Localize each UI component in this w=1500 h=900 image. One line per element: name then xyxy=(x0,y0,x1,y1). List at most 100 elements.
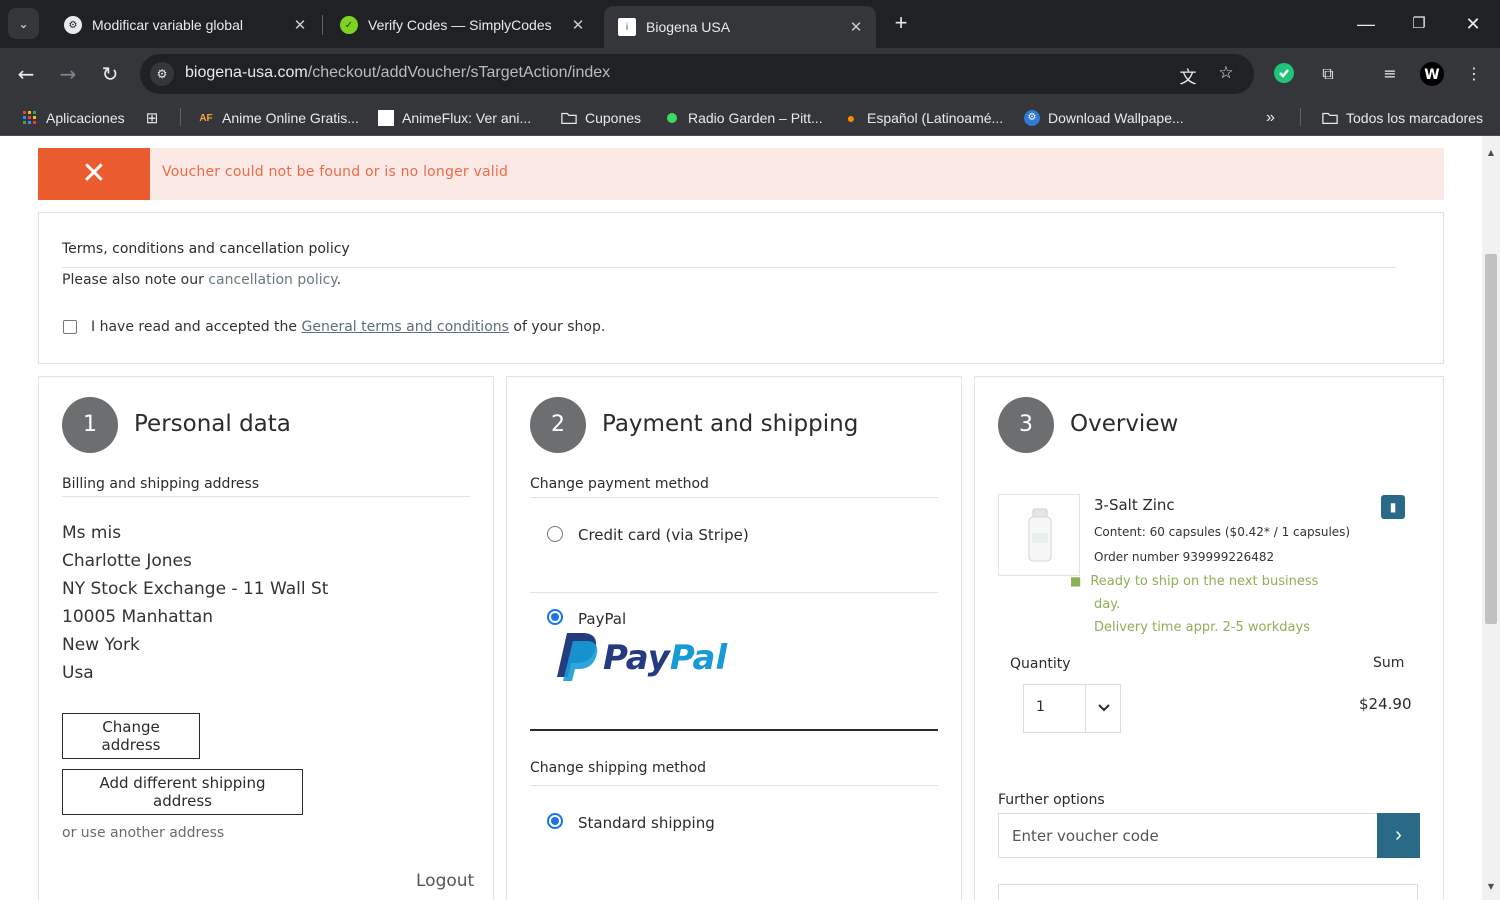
voucher-submit-button[interactable]: › xyxy=(1377,813,1420,858)
step-number: 2 xyxy=(530,397,586,453)
divider xyxy=(530,592,938,593)
delivery-time: Delivery time appr. 2-5 workdays xyxy=(1094,620,1310,635)
window-close-icon[interactable]: ✕ xyxy=(1453,10,1493,38)
error-alert: ✕ Voucher could not be found or is no lo… xyxy=(38,148,1444,200)
new-tab-button[interactable]: + xyxy=(888,10,914,38)
shipping-method-label[interactable]: Standard shipping xyxy=(578,814,715,832)
bookmark-download-wallpaper[interactable]: ⚙ Download Wallpape... xyxy=(1024,108,1184,128)
chevron-down-icon[interactable] xyxy=(1086,685,1121,732)
bookmark-label: Cupones xyxy=(585,110,642,126)
bookmark-label: AnimeFlux: Ver ani... xyxy=(402,110,532,126)
bookmark-radio-garden[interactable]: Radio Garden – Pitt... xyxy=(664,108,823,128)
green-dot-icon xyxy=(664,110,680,126)
add-shipping-address-button[interactable]: Add different shipping address xyxy=(62,769,303,815)
address-line: 10005 Manhattan xyxy=(62,607,214,627)
bookmark-label: Todos los marcadores xyxy=(1346,110,1483,126)
standard-shipping-radio[interactable] xyxy=(547,813,563,829)
extensions-puzzle-icon[interactable]: ⧉ xyxy=(1316,62,1340,86)
bookmark-separator xyxy=(180,108,181,126)
bookmark-animeflux[interactable]: AnimeFlux: Ver ani... xyxy=(378,108,531,128)
address-bar[interactable]: ⚙ biogena-usa.com/checkout/addVoucher/sT… xyxy=(140,54,1254,94)
media-control-icon[interactable]: ≡ xyxy=(1378,62,1402,86)
scrollbar-thumb[interactable] xyxy=(1485,254,1497,624)
extension-green-icon[interactable] xyxy=(1272,62,1296,86)
bookmark-anime-online[interactable]: AF Anime Online Gratis... xyxy=(198,108,359,128)
terms-panel: Terms, conditions and cancellation polic… xyxy=(38,212,1444,364)
address-line: Charlotte Jones xyxy=(62,551,192,571)
reload-icon[interactable]: ↻ xyxy=(96,60,124,88)
scroll-down-arrow-icon[interactable]: ▼ xyxy=(1486,882,1496,892)
translate-icon[interactable]: 文 xyxy=(1176,63,1200,88)
af-icon: AF xyxy=(199,112,213,124)
divider xyxy=(530,785,938,786)
note-suffix: . xyxy=(336,272,342,288)
tab-verify-codes[interactable]: ✓ Verify Codes — SimplyCodes ✕ xyxy=(326,8,598,42)
minimize-icon[interactable]: — xyxy=(1346,10,1386,38)
back-arrow-icon[interactable]: ← xyxy=(12,60,40,88)
trash-icon[interactable]: ▮ xyxy=(1381,495,1405,519)
section-heading: Change shipping method xyxy=(530,760,707,776)
accept-suffix: of your shop. xyxy=(508,319,606,335)
close-icon[interactable]: ✕ xyxy=(846,18,866,36)
tab-biogena[interactable]: ⅰ Biogena USA ✕ xyxy=(604,6,876,48)
payment-method-label[interactable]: PayPal xyxy=(578,610,626,628)
scroll-up-arrow-icon[interactable]: ▲ xyxy=(1486,148,1496,158)
address-line: Ms mis xyxy=(62,523,122,543)
address-line: NY Stock Exchange - 11 Wall St xyxy=(62,579,329,599)
svg-text:W: W xyxy=(1424,67,1439,83)
menu-kebab-icon[interactable]: ⋮ xyxy=(1462,62,1486,86)
gear-badge-icon: ⚙ xyxy=(1024,110,1040,126)
close-icon[interactable]: ✕ xyxy=(290,16,310,34)
voucher-code-input[interactable] xyxy=(998,813,1378,858)
bookmark-label: Download Wallpape... xyxy=(1048,110,1184,126)
profile-avatar[interactable]: W xyxy=(1420,62,1444,86)
product-image[interactable] xyxy=(998,494,1080,576)
accept-terms-checkbox[interactable] xyxy=(63,320,77,334)
terms-note: Please also note our cancellation policy… xyxy=(62,272,341,288)
page-scrollbar[interactable]: ▲ ▼ xyxy=(1482,136,1500,900)
bookmark-aplicaciones[interactable]: Aplicaciones xyxy=(22,108,125,128)
white-square-icon xyxy=(378,110,394,126)
ready-to-ship: ■ Ready to ship on the next business xyxy=(1070,574,1318,589)
bookmark-espanol[interactable]: ● Español (Latinoamé... xyxy=(843,108,1003,128)
tab-search-button[interactable]: ⌄ xyxy=(8,8,39,39)
url-text[interactable]: biogena-usa.com/checkout/addVoucher/sTar… xyxy=(185,64,610,82)
product-name[interactable]: 3-Salt Zinc xyxy=(1094,496,1175,514)
accept-text: I have read and accepted the xyxy=(91,319,302,335)
paypal-radio[interactable] xyxy=(547,609,563,625)
tab-modificar-variable[interactable]: ⚙ Modificar variable global ✕ xyxy=(50,8,320,42)
terms-title: Terms, conditions and cancellation polic… xyxy=(62,241,350,257)
bookmark-cupones[interactable]: Cupones xyxy=(561,108,641,128)
browser-tab-bar: ⌄ ⚙ Modificar variable global ✕ ✓ Verify… xyxy=(0,0,1500,48)
logout-link[interactable]: Logout xyxy=(416,871,474,891)
other-address-link[interactable]: or use another address xyxy=(62,825,224,841)
tab-title: Biogena USA xyxy=(646,19,731,35)
credit-card-radio[interactable] xyxy=(547,526,563,542)
svg-text:PayPal: PayPal xyxy=(603,638,729,678)
folder-icon xyxy=(1322,110,1338,126)
bookmark-star-icon[interactable]: ☆ xyxy=(1214,63,1238,85)
close-icon[interactable]: ✕ xyxy=(568,16,588,34)
quantity-label: Quantity xyxy=(1010,656,1071,672)
restore-icon[interactable]: ❐ xyxy=(1399,10,1439,38)
all-bookmarks-folder[interactable]: Todos los marcadores xyxy=(1322,108,1483,128)
forward-arrow-icon[interactable]: → xyxy=(54,60,82,88)
additional-option-box[interactable] xyxy=(998,884,1418,900)
more-bookmarks-chevron-icon[interactable]: » xyxy=(1266,108,1275,128)
quantity-select[interactable]: 1 xyxy=(1023,684,1121,733)
panel-title: Payment and shipping xyxy=(602,411,859,437)
general-terms-link[interactable]: General terms and conditions xyxy=(302,319,509,335)
simplycodes-icon: ✓ xyxy=(340,16,358,34)
sum-label: Sum xyxy=(1373,655,1405,671)
bookmark-label: Anime Online Gratis... xyxy=(222,110,359,126)
fox-icon: ● xyxy=(846,110,856,126)
change-address-button[interactable]: Change address xyxy=(62,713,200,759)
quantity-value: 1 xyxy=(1036,699,1045,715)
panel-title: Overview xyxy=(1070,411,1179,437)
grid-icon: ⊞ xyxy=(145,110,159,127)
tab-groups-icon[interactable]: ⊞ xyxy=(144,108,168,128)
cancellation-policy-link[interactable]: cancellation policy xyxy=(208,272,336,288)
payment-method-label[interactable]: Credit card (via Stripe) xyxy=(578,526,749,544)
site-info-icon[interactable]: ⚙ xyxy=(150,62,174,86)
section-heading: Change payment method xyxy=(530,476,709,492)
